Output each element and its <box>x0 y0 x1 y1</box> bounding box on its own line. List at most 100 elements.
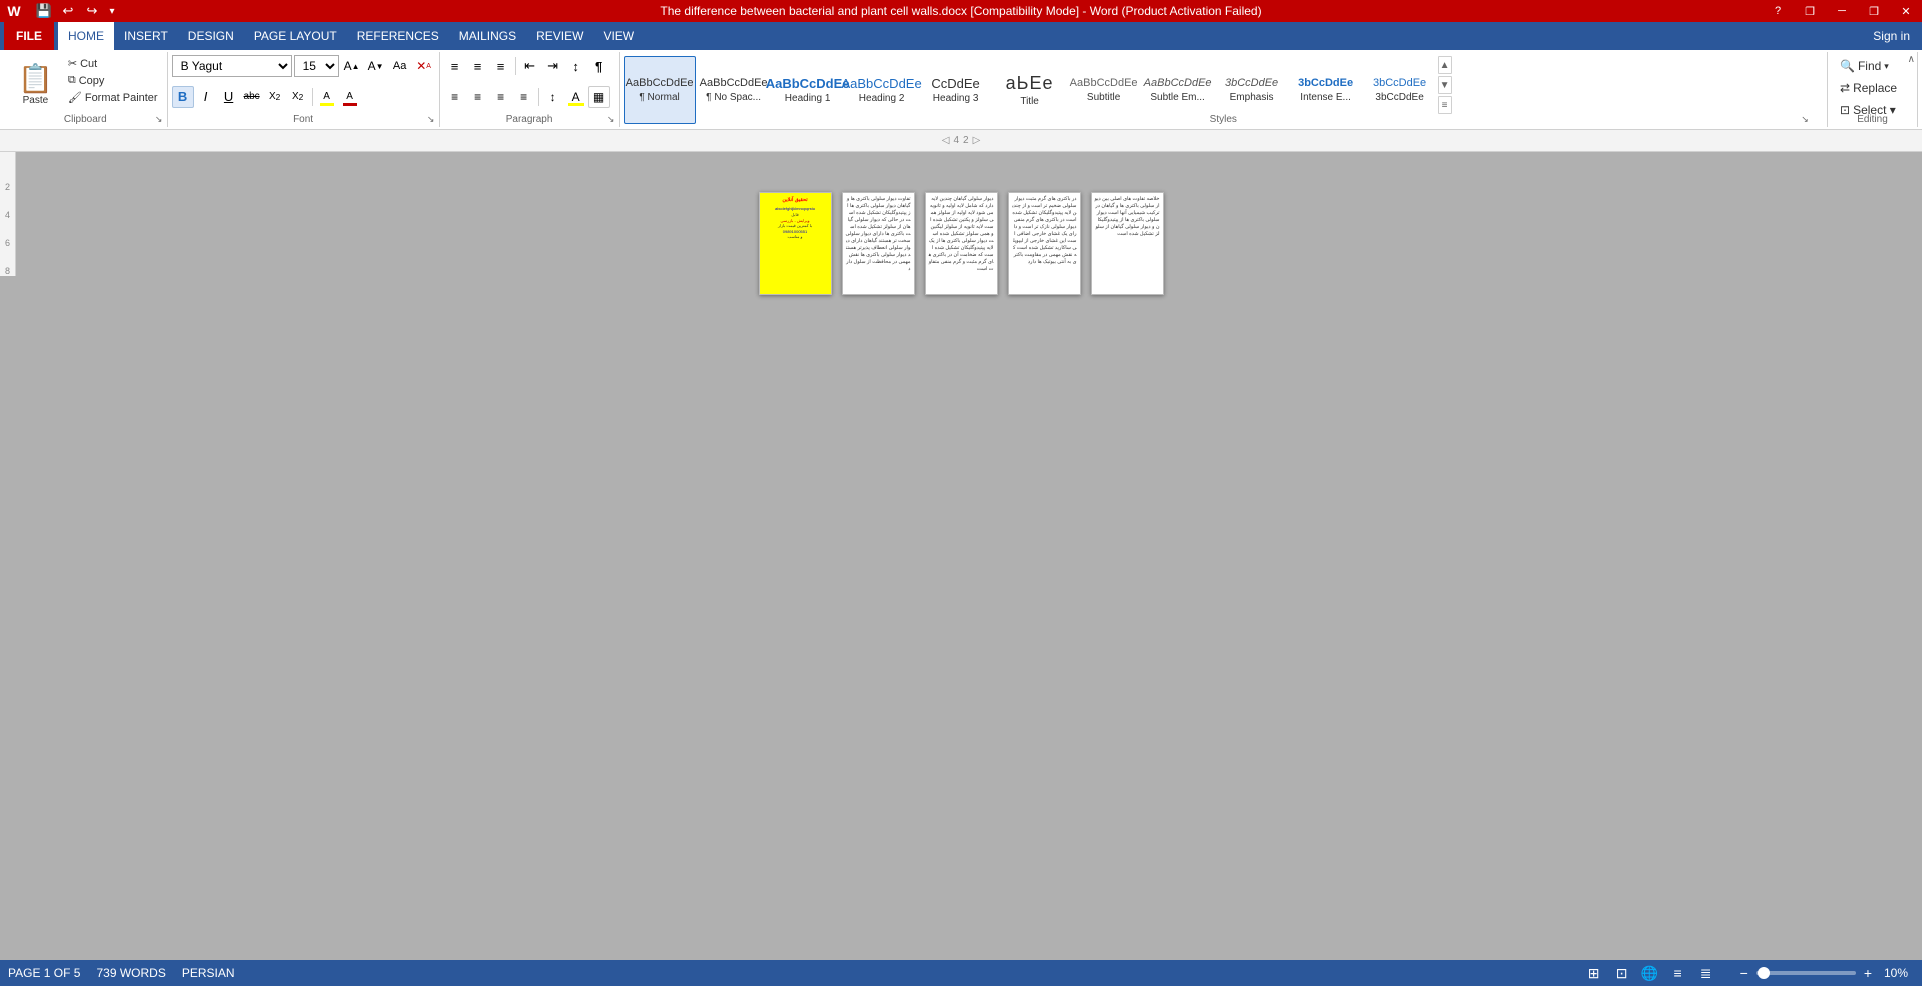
styles-group-label: Styles <box>620 114 1827 127</box>
copy-icon: ⧉ <box>68 74 76 87</box>
full-reading-button[interactable]: ⊡ <box>1612 963 1632 983</box>
paragraph-expander[interactable]: ↘ <box>605 113 617 125</box>
bold-button[interactable]: B <box>172 86 194 108</box>
line-spacing-button[interactable]: ↕ <box>542 86 564 108</box>
ruler-marker-left: ◁ <box>942 135 950 146</box>
strikethrough-button[interactable]: abc <box>241 86 263 108</box>
styles-scroll-up[interactable]: ▲ <box>1438 56 1452 74</box>
style-heading1-preview: AaBbCcDdEe <box>766 76 850 92</box>
undo-quickaccess[interactable]: ↩ <box>56 3 80 19</box>
page-1-content: تحقیق آنلاین abcdefghijklmnopqrstu قابل … <box>760 193 831 244</box>
find-button[interactable]: 🔍 Find ▾ <box>1834 56 1895 76</box>
mailings-menu-item[interactable]: MAILINGS <box>449 22 526 50</box>
references-menu-item[interactable]: REFERENCES <box>347 22 449 50</box>
redo-quickaccess[interactable]: ↪ <box>80 3 104 19</box>
zoom-slider[interactable] <box>1756 971 1856 975</box>
align-right-button[interactable]: ≡ <box>490 86 512 108</box>
ribbon-toolbar: 📋 Paste ✂ Cut ⧉ Copy 🖌 Format Painter Cl… <box>0 50 1922 130</box>
page-layout-menu-item[interactable]: PAGE LAYOUT <box>244 22 347 50</box>
style-heading1-label: Heading 1 <box>785 93 831 104</box>
style-no-spacing-preview: AaBbCcDdEe <box>700 77 768 90</box>
font-group-label: Font <box>168 114 439 127</box>
bullets-button[interactable]: ≡ <box>444 55 466 77</box>
paste-button[interactable]: 📋 Paste <box>10 56 61 111</box>
replace-button[interactable]: ⇄ Replace <box>1834 78 1903 98</box>
title-bar-left: W 💾 ↩ ↪ ▾ <box>0 0 120 22</box>
numbering-button[interactable]: ≡ <box>467 55 489 77</box>
increase-indent-button[interactable]: ⇥ <box>542 55 564 77</box>
editing-group: 🔍 Find ▾ ⇄ Replace ⊡ Select ▾ Editing ∧ <box>1828 52 1918 127</box>
sort-button[interactable]: ↕ <box>565 55 587 77</box>
page-1[interactable]: تحقیق آنلاین abcdefghijklmnopqrstu قابل … <box>759 192 832 295</box>
font-grow-button[interactable]: A▲ <box>341 55 363 77</box>
align-center-button[interactable]: ≡ <box>467 86 489 108</box>
view-menu-item[interactable]: VIEW <box>593 22 644 50</box>
italic-button[interactable]: I <box>195 86 217 108</box>
cut-button[interactable]: ✂ Cut <box>65 56 161 71</box>
underline-button[interactable]: U <box>218 86 240 108</box>
draft-view-button[interactable]: ≣ <box>1696 963 1716 983</box>
ribbon-collapse-btn[interactable]: ∧ <box>1908 54 1915 65</box>
zoom-out-button[interactable]: − <box>1740 965 1748 981</box>
signin-button[interactable]: Sign in <box>1865 25 1918 47</box>
clipboard-small-buttons: ✂ Cut ⧉ Copy 🖌 Format Painter <box>65 56 161 111</box>
clear-formatting-button[interactable]: ✕A <box>413 55 435 77</box>
justify-button[interactable]: ≡ <box>513 86 535 108</box>
save-quickaccess[interactable]: 💾 <box>32 3 56 19</box>
style-extra-preview: 3bCcDdEe <box>1373 77 1426 90</box>
page-4[interactable]: در باکتری های گرم مثبت دیوار سلولی ضخیم … <box>1008 192 1081 295</box>
font-size-select[interactable]: 15 <box>294 55 339 77</box>
style-title-preview: аЬЕе <box>1006 73 1054 95</box>
maximize-button[interactable]: ❐ <box>1858 0 1890 22</box>
horizontal-ruler: ◁ 4 2 ▷ <box>0 130 1922 152</box>
page-2[interactable]: تفاوت دیوار سلولی باکتری ها و گیاهان دیو… <box>842 192 915 295</box>
file-menu-button[interactable]: FILE <box>4 22 54 50</box>
change-case-button[interactable]: Aa <box>389 55 411 77</box>
align-left-button[interactable]: ≡ <box>444 86 466 108</box>
superscript-button[interactable]: X2 <box>287 86 309 108</box>
outline-view-button[interactable]: ≡ <box>1668 963 1688 983</box>
styles-expander[interactable]: ↘ <box>1799 113 1811 125</box>
customize-quickaccess[interactable]: ▾ <box>104 6 120 17</box>
zoom-in-button[interactable]: + <box>1864 965 1872 981</box>
text-highlight-button[interactable]: A <box>316 86 338 108</box>
window-controls: ? ❐ ─ ❐ ✕ <box>1762 0 1922 22</box>
language: PERSIAN <box>182 966 235 980</box>
print-layout-button[interactable]: ⊞ <box>1584 963 1604 983</box>
subscript-button[interactable]: X2 <box>264 86 286 108</box>
show-marks-button[interactable]: ¶ <box>588 55 610 77</box>
font-shrink-button[interactable]: A▼ <box>365 55 387 77</box>
copy-button[interactable]: ⧉ Copy <box>65 73 161 88</box>
close-button[interactable]: ✕ <box>1890 0 1922 22</box>
clipboard-expander[interactable]: ↘ <box>153 113 165 125</box>
style-heading2-label: Heading 2 <box>859 93 905 104</box>
style-intense-e-preview: 3bCcDdEe <box>1298 77 1353 90</box>
shading-button[interactable]: A <box>565 86 587 108</box>
format-painter-button[interactable]: 🖌 Format Painter <box>65 90 161 105</box>
home-menu-item[interactable]: HOME <box>58 22 114 50</box>
page-3-content: دیوار سلولی گیاهان چندین لایه دارد که شا… <box>926 193 997 276</box>
help-button[interactable]: ? <box>1762 0 1794 22</box>
borders-button[interactable]: ▦ <box>588 86 610 108</box>
minimize-button[interactable]: ─ <box>1826 0 1858 22</box>
find-label: Find <box>1858 59 1881 73</box>
font-expander[interactable]: ↘ <box>425 113 437 125</box>
style-no-spacing-label: ¶ No Spac... <box>706 92 761 103</box>
font-family-select[interactable]: B Yagut <box>172 55 292 77</box>
page-5[interactable]: خلاصه تفاوت های اصلی بین دیوار سلولی باک… <box>1091 192 1164 295</box>
design-menu-item[interactable]: DESIGN <box>178 22 244 50</box>
page-info: PAGE 1 OF 5 <box>8 966 80 980</box>
replace-label: Replace <box>1853 81 1897 95</box>
multilevel-list-button[interactable]: ≡ <box>490 55 512 77</box>
styles-scroll-down[interactable]: ▼ <box>1438 76 1452 94</box>
web-layout-button[interactable]: 🌐 <box>1640 963 1660 983</box>
word-icon[interactable]: W <box>0 3 28 19</box>
font-color-button[interactable]: A <box>339 86 361 108</box>
restore-down-button[interactable]: ❐ <box>1794 0 1826 22</box>
insert-menu-item[interactable]: INSERT <box>114 22 178 50</box>
page-3[interactable]: دیوار سلولی گیاهان چندین لایه دارد که شا… <box>925 192 998 295</box>
decrease-indent-button[interactable]: ⇤ <box>519 55 541 77</box>
styles-expand[interactable]: ≡ <box>1438 96 1452 114</box>
review-menu-item[interactable]: REVIEW <box>526 22 593 50</box>
find-icon: 🔍 <box>1840 59 1855 73</box>
